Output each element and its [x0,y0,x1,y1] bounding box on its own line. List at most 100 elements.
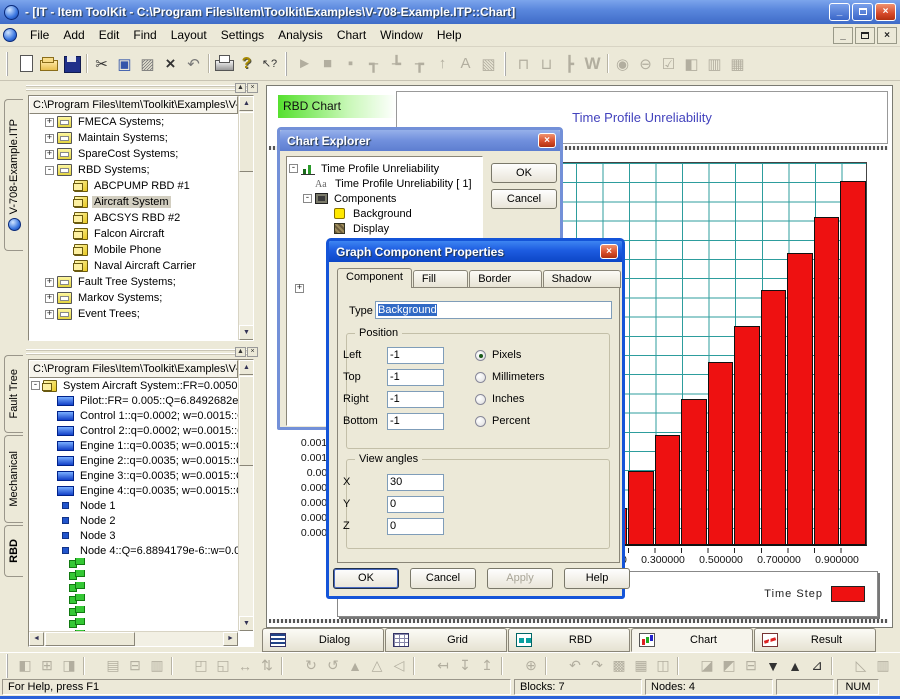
menu-item[interactable]: Add [56,25,91,45]
expand-toggle-icon[interactable] [289,164,298,173]
field-input[interactable] [387,369,444,386]
toolbar-button[interactable]: △ [366,655,388,677]
tree-row[interactable]: Maintain Systems; [29,130,238,146]
toolbar-button[interactable]: ⊟ [124,655,146,677]
properties-tab[interactable]: Component [337,268,412,288]
toolbar-button[interactable] [80,655,102,677]
toolbar-button[interactable]: ↖? [258,52,281,75]
toolbar-button[interactable]: ▥ [872,655,894,677]
tree-row[interactable] [29,570,238,582]
toolbar-button[interactable]: ⊕ [520,655,542,677]
tree-row[interactable]: Naval Aircraft Carrier [29,258,238,274]
expand-toggle-icon[interactable] [45,310,54,319]
radio-icon[interactable] [475,394,486,405]
tree-row[interactable]: Time Profile Unreliability [287,161,482,176]
toolbar-button[interactable]: ■ [316,52,339,75]
panel-grip[interactable]: ▲ × [26,83,258,94]
toolbar-button[interactable]: ⊓ [512,52,535,75]
expand-toggle-icon[interactable] [295,284,304,293]
tab-fault-tree[interactable]: Fault Tree [4,355,23,433]
toolbar-button[interactable] [410,655,432,677]
system-tree-root[interactable]: C:\Program Files\Item\Toolkit\Examples\V… [29,360,238,378]
toolbar-button[interactable]: ▲ [784,655,806,677]
toolbar-button[interactable] [828,655,850,677]
toolbar-button[interactable]: ┲ [408,52,431,75]
toolbar-button[interactable]: ↶ [182,52,205,75]
toolbar-button[interactable]: ▦ [630,655,652,677]
tree-row[interactable]: Node 4::Q=6.8894179e-6::w=0.0050 [29,543,238,558]
toolbar-grip[interactable] [6,654,10,678]
menu-item[interactable]: Help [430,25,469,45]
toolbar-button[interactable] [205,52,212,75]
tree-row[interactable]: Pilot::FR= 0.005::Q=6.8492682e-6::w [29,393,238,408]
tree-row[interactable]: Fault Tree Systems; [29,274,238,290]
chart-explorer-titlebar[interactable]: Chart Explorer × [280,130,560,151]
tree-row[interactable]: Time Profile Unreliability [ 1] [287,176,482,191]
menu-item[interactable]: Edit [92,25,127,45]
toolbar-button[interactable]: ? [235,52,258,75]
toolbar-button[interactable] [498,655,520,677]
tree-row[interactable]: System Aircraft System::FR=0.00500060 [29,378,238,393]
properties-tab[interactable]: Fill Style [413,270,468,288]
toolbar-button[interactable]: ▥ [146,655,168,677]
tree-row[interactable] [29,618,238,630]
toolbar-button[interactable]: ↥ [476,655,498,677]
system-tree-hscrollbar[interactable]: ◄ ► [29,631,238,646]
tree-row[interactable]: Display [287,221,482,236]
panel-grip[interactable]: ▲ × [26,347,258,358]
field-input[interactable] [387,413,444,430]
toolbar-button[interactable] [212,52,235,75]
toolbar-button[interactable] [542,655,564,677]
menu-item[interactable]: Chart [330,25,373,45]
tree-row[interactable]: Event Trees; [29,306,238,322]
toolbar-button[interactable] [674,655,696,677]
toolbar-button[interactable]: ◺ [850,655,872,677]
toolbar-button[interactable]: ↔ [234,655,256,677]
tree-row[interactable]: Aircraft System [29,194,238,210]
tree-row[interactable]: FMECA Systems; [29,114,238,130]
radio-icon[interactable] [475,350,486,361]
chart-explorer-close-button[interactable]: × [538,133,556,148]
toolbar-button[interactable]: ▣ [113,52,136,75]
toolbar-button[interactable]: ↺ [322,655,344,677]
toolbar-button[interactable]: ┱ [362,52,385,75]
toolbar-button[interactable]: ▼ [762,655,784,677]
tree-row[interactable]: Node 1 [29,498,238,513]
toolbar-button[interactable]: ◫ [652,655,674,677]
unit-radio-row[interactable]: Millimeters [475,370,545,384]
tree-row[interactable]: Engine 3::q=0.0035; w=0.0015::Q=0 [29,468,238,483]
toolbar-button[interactable]: ☑ [657,52,680,75]
toolbar-button[interactable]: ⊞ [36,655,58,677]
dialog-button[interactable]: OK [333,568,399,589]
field-input[interactable] [387,391,444,408]
toolbar-button[interactable]: ◧ [680,52,703,75]
mdi-close-button[interactable]: × [877,27,897,44]
unit-radio-row[interactable]: Percent [475,414,530,428]
field-input[interactable] [387,496,444,513]
dialog-button[interactable]: Apply [487,568,553,589]
dialog-button[interactable]: Help [564,568,630,589]
radio-icon[interactable] [475,416,486,427]
properties-tab[interactable]: Border Style [469,270,541,288]
toolbar-button[interactable]: ┣ [558,52,581,75]
tab-rbd[interactable]: RBD [4,525,23,577]
type-field[interactable]: Background [375,301,612,319]
minimize-button[interactable]: _ [829,3,850,21]
expand-toggle-icon[interactable] [45,166,54,175]
toolbar-button[interactable]: A [454,52,477,75]
scroll-down-arrow[interactable]: ▼ [239,616,254,631]
project-tree-root[interactable]: C:\Program Files\Item\Toolkit\Examples\V… [29,96,238,114]
toolbar-button[interactable] [168,655,190,677]
toolbar-button[interactable]: ↷ [586,655,608,677]
toolbar-button[interactable] [37,52,60,75]
menu-item[interactable]: Analysis [271,25,330,45]
toolbar-button[interactable] [60,52,83,75]
tree-row[interactable]: RBD Systems; [29,162,238,178]
toolbar-button[interactable]: ↑ [431,52,454,75]
scroll-thumb[interactable] [239,376,254,466]
tree-row[interactable]: SpareCost Systems; [29,146,238,162]
toolbar-button[interactable]: ↧ [454,655,476,677]
expand-toggle-icon[interactable] [45,278,54,287]
toolbar-grip[interactable] [285,52,289,76]
toolbar-button[interactable]: ▥ [703,52,726,75]
